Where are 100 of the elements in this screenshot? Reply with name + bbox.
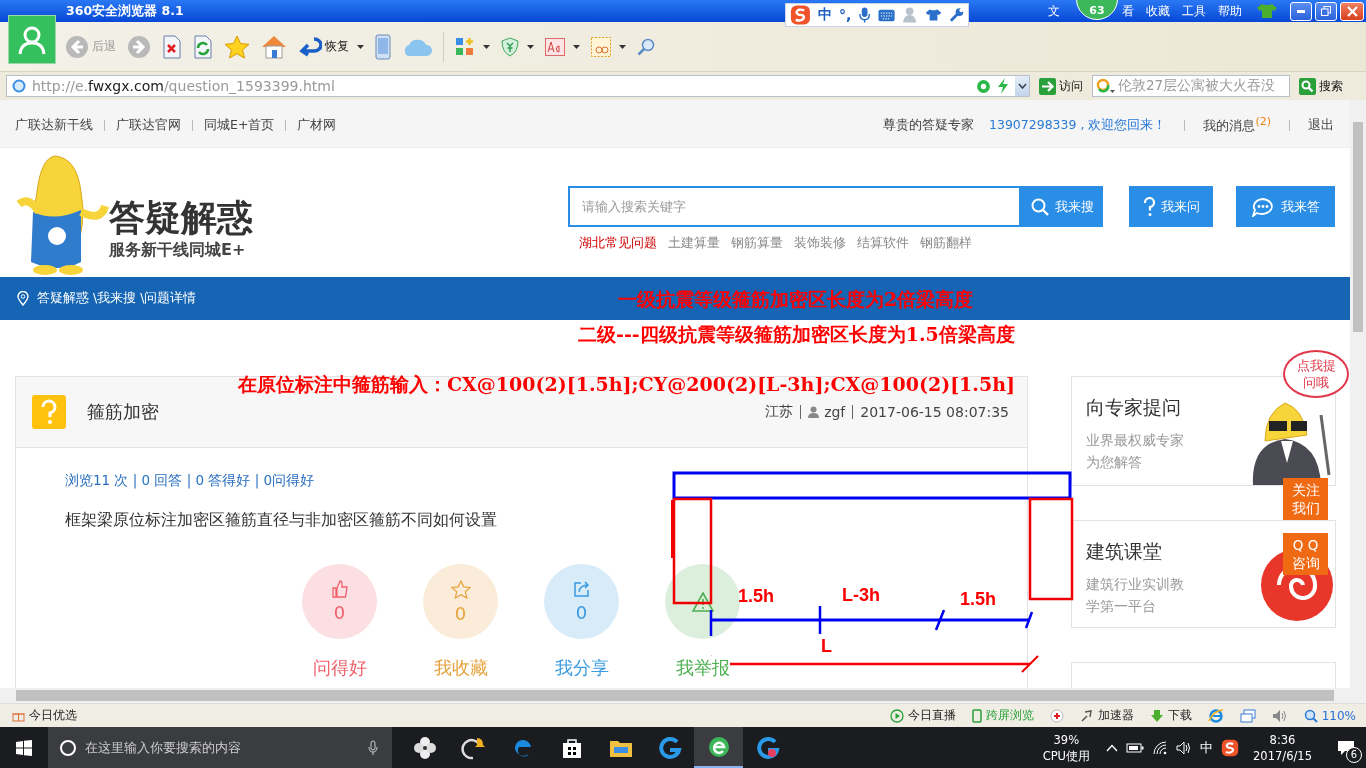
screen-status-button[interactable]: 跨屏浏览 [971,707,1034,724]
address-field[interactable]: http://e.fwxgx.com/question_1593399.html [6,75,1030,97]
thumbs-up-icon [330,580,349,598]
menu-item[interactable]: 工具 [1182,2,1206,20]
user-avatar[interactable] [8,15,56,64]
chevron-up-icon[interactable] [1106,743,1119,752]
phone-icon [375,33,391,60]
cpu-label: CPU使用 [1042,747,1091,764]
caret-icon [573,44,580,49]
nav-link[interactable]: 广材网 [297,117,337,134]
shirt-icon[interactable] [1256,3,1278,19]
star-icon [450,579,471,599]
window-status-button[interactable] [1239,708,1256,723]
annotation-text: 在原位标注中箍筋输入：CX@100(2)[1.5h];CY@200(2)[L-3h];CX@100(2)[1.5h] [238,372,1015,396]
chevron-down-icon [1017,83,1027,89]
battery-icon[interactable] [1126,742,1145,753]
nav-link[interactable]: 广联达官网 [116,117,181,134]
nav-link[interactable]: 同城E+首页 [204,117,275,134]
breadcrumb: 答疑解惑 \我来搜 \问题详情 [37,290,197,307]
dimension-label: L-3h [842,584,880,606]
live-status-button[interactable]: 今日直播 [889,707,956,724]
keyboard-icon[interactable] [878,8,896,22]
action-label[interactable]: 我分享 [554,656,609,680]
daily-picks-link[interactable]: 今日优选 [12,707,77,724]
qq-tab[interactable]: Q Q咨询 [1283,533,1328,575]
dimension-label: L [821,635,832,657]
question-stats: 浏览11 次 | 0 回答 | 0 答得好 | 0问得好 [65,472,316,490]
card-subtitle: 建筑行业实训教学第一平台 [1086,575,1185,616]
shirt-icon[interactable] [924,7,942,23]
boost-status-button[interactable]: 加速器 [1079,707,1134,724]
close-button[interactable] [1340,1,1364,21]
answer-button[interactable]: 我来答 [1236,186,1335,227]
browser-e-icon [1207,707,1224,724]
download-icon [1149,708,1164,723]
dimension-label: 1.5h [738,585,775,607]
search-button[interactable]: 搜索 [1296,75,1346,97]
settings-icon[interactable] [948,7,964,23]
volume-status-button[interactable] [1271,708,1288,723]
microphone-icon[interactable] [368,739,378,756]
ie-status-button[interactable] [1207,707,1224,724]
lightning-icon[interactable] [997,78,1009,94]
microphone-icon[interactable] [858,6,872,24]
input-method-indicator[interactable]: 中 [1200,738,1214,757]
restore-button[interactable]: 恢复 [298,30,364,63]
go-button[interactable]: 访问 [1036,75,1086,97]
wifi-icon[interactable] [1152,740,1169,755]
menu-item[interactable]: 看 [1122,2,1134,20]
welcome-link[interactable]: 13907298339 , 欢迎您回来！ [989,117,1167,134]
logout-link[interactable]: 退出 [1308,117,1334,134]
minimize-button[interactable] [1290,1,1312,21]
dropdown-button[interactable] [1015,76,1029,96]
restore-icon [1321,6,1331,16]
action-label[interactable]: 我举报 [675,656,730,680]
card-subtitle: 业界最权威专家为您解答 [1086,431,1185,472]
logo-subtitle: 服务新干线同城E+ [109,240,247,261]
volume-icon[interactable] [1176,740,1193,755]
play-icon [889,708,904,723]
hot-link[interactable]: 钢筋翻样 [920,235,972,252]
hot-link[interactable]: 结算软件 [857,235,909,252]
horizontal-scrollbar[interactable] [0,688,1366,703]
taskbar-search-field[interactable]: 在这里输入你要搜索的内容 [48,727,392,768]
magnifier-icon [637,37,655,56]
ime-mode[interactable]: 中 [817,6,832,24]
post-time: 2017-06-15 08:07:35 [860,404,1009,420]
search-button[interactable]: 我来搜 [1021,186,1103,227]
menu-item[interactable]: 帮助 [1218,2,1242,20]
plugin-status-button[interactable] [1049,708,1064,723]
restore-button[interactable] [1315,1,1337,21]
search-field[interactable]: 请输入搜索关键字 [568,186,1021,227]
hot-link[interactable]: 湖北常见问题 [579,235,657,252]
windows-icon [1239,708,1256,723]
star-icon [224,34,250,59]
notification-button[interactable]: 6 [1326,727,1366,768]
cpu-percent: 39% [1053,731,1080,748]
question-mark-icon [1142,196,1155,217]
menu-item[interactable]: 收藏 [1146,2,1170,20]
window-title: 360安全浏览器 8.1 [66,2,184,20]
search-field[interactable]: 伦敦27层公寓被大火吞没 [1092,75,1290,97]
download-status-button[interactable]: 下载 [1149,707,1192,724]
close-icon [1346,5,1358,17]
browser-app-icon[interactable] [694,727,743,768]
arrow-right-icon [1039,77,1056,95]
action-label[interactable]: 问得好 [312,656,367,680]
nav-link[interactable]: 广联达新干线 [15,117,93,134]
vertical-scrollbar[interactable] [1350,100,1366,688]
follow-tab[interactable]: 关注我们 [1283,478,1328,520]
ask-bubble[interactable]: 点我提问哦 [1283,350,1349,398]
ask-button[interactable]: 我来问 [1129,186,1213,227]
hot-link[interactable]: 土建算量 [668,235,720,252]
hot-link[interactable]: 装饰装修 [794,235,846,252]
punctuation-mode[interactable]: °, [838,7,852,23]
aperture-icon[interactable] [976,78,991,94]
zoom-status-button[interactable]: 110% [1303,708,1356,723]
sogou-icon[interactable] [1221,738,1240,757]
hot-link[interactable]: 钢筋算量 [731,235,783,252]
rocket-icon [1079,708,1094,723]
messages-link[interactable]: 我的消息$^{(2)}$ [1203,115,1271,136]
menu-item[interactable]: 文 [1048,2,1060,20]
clock[interactable]: 8:36 2017/6/15 [1253,731,1312,764]
author-name[interactable]: zgf [824,404,846,420]
